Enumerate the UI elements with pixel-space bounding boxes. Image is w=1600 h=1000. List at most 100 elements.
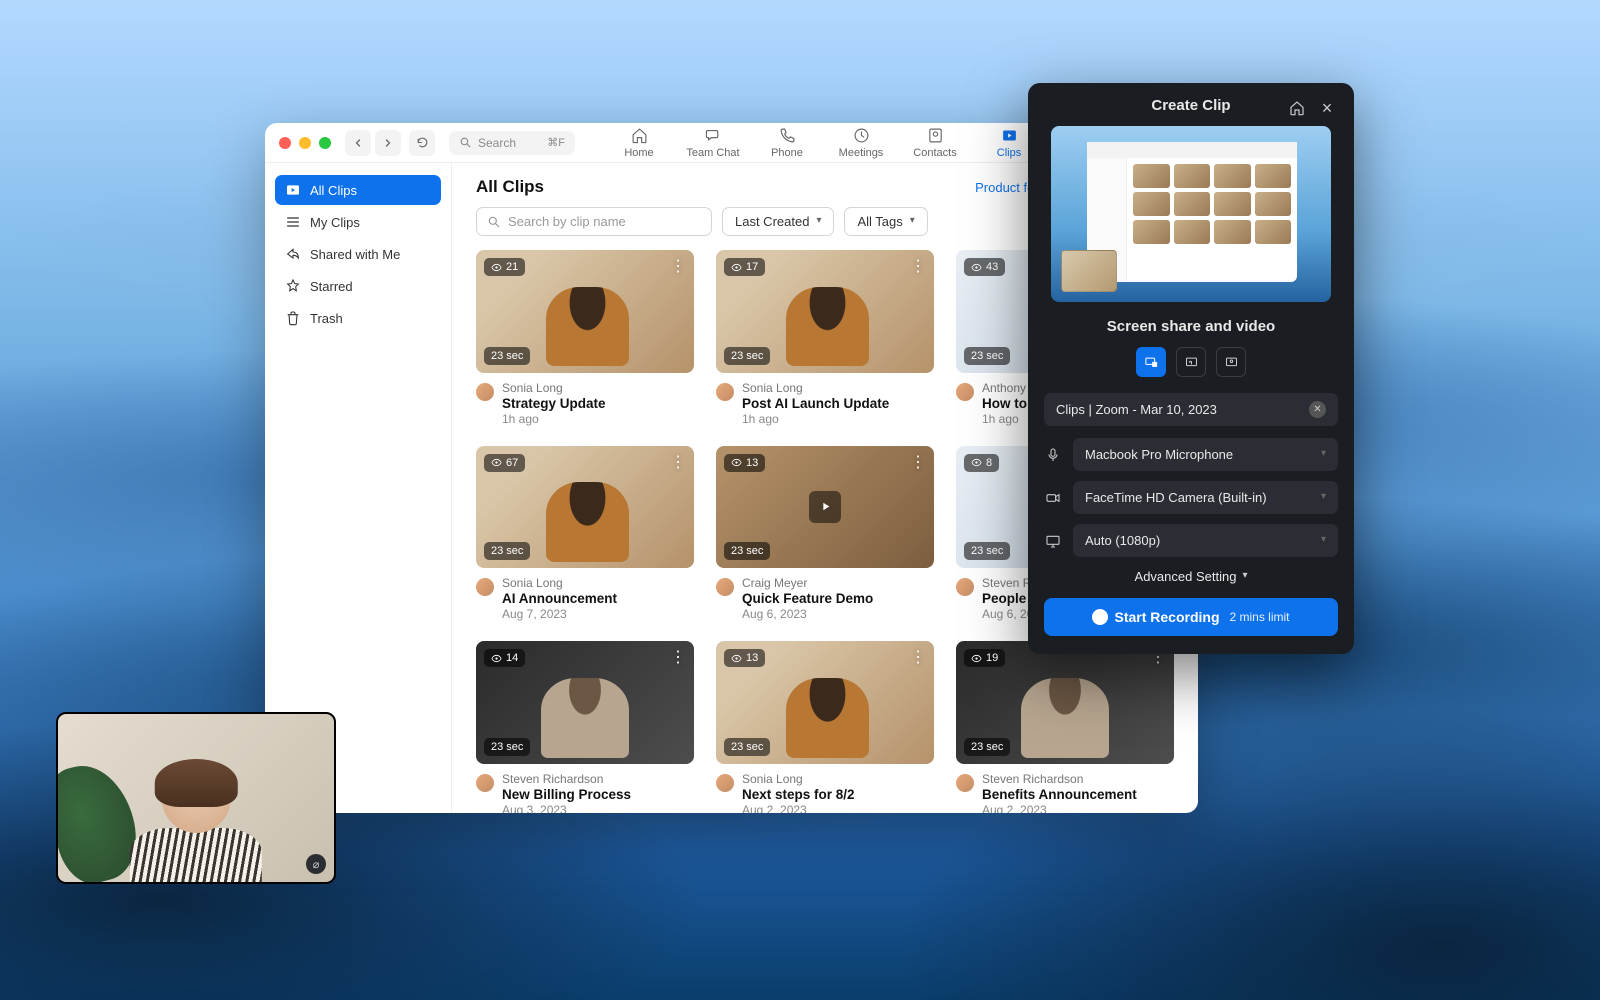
clip-menu-button[interactable]: ⋮	[910, 256, 926, 276]
clip-author: Sonia Long	[742, 772, 855, 786]
mode-screen-and-video[interactable]	[1136, 347, 1166, 377]
eye-icon	[491, 653, 502, 664]
views-count: 43	[986, 261, 998, 273]
tab-home[interactable]: Home	[603, 125, 675, 161]
clip-thumbnail[interactable]: 14 ⋮ 23 sec	[476, 641, 694, 764]
clip-timestamp: Aug 6, 2023	[742, 607, 873, 621]
clip-search-input[interactable]: Search by clip name	[476, 207, 712, 236]
play-button[interactable]	[809, 687, 841, 719]
sidebar-item-starred[interactable]: Starred	[275, 271, 441, 301]
views-badge: 43	[964, 258, 1005, 276]
author-avatar	[716, 774, 734, 792]
select-value: FaceTime HD Camera (Built-in)	[1085, 490, 1267, 505]
tab-phone[interactable]: Phone	[751, 125, 823, 161]
chevron-down-icon: ▾	[910, 215, 915, 226]
views-count: 13	[746, 652, 758, 664]
sidebar-item-all-clips[interactable]: All Clips	[275, 175, 441, 205]
sidebar-item-label: Trash	[310, 311, 343, 326]
webcam-pip-window[interactable]: ⌀	[56, 712, 336, 884]
eye-icon	[971, 457, 982, 468]
start-recording-button[interactable]: Start Recording 2 mins limit	[1044, 598, 1338, 636]
clip-card[interactable]: 14 ⋮ 23 sec Steven Richardson New Billin…	[476, 641, 694, 813]
record-limit-label: 2 mins limit	[1230, 610, 1290, 624]
nav-back-button[interactable]	[345, 130, 371, 156]
clip-thumbnail[interactable]: 19 ⋮ 23 sec	[956, 641, 1174, 764]
clip-card[interactable]: 13 ⋮ 23 sec Craig Meyer Quick Feature De…	[716, 446, 934, 622]
views-count: 67	[506, 457, 518, 469]
clip-thumbnail[interactable]: 13 ⋮ 23 sec	[716, 641, 934, 764]
sidebar-item-trash[interactable]: Trash	[275, 303, 441, 333]
clip-timestamp: Aug 2, 2023	[982, 803, 1137, 813]
play-button[interactable]	[569, 687, 601, 719]
panel-close-button[interactable]: ×	[1316, 97, 1338, 119]
window-close-button[interactable]	[279, 137, 291, 149]
global-search-input[interactable]: Search ⌘F	[449, 131, 575, 155]
camera-select[interactable]: FaceTime HD Camera (Built-in) ▾	[1073, 481, 1338, 514]
clip-menu-button[interactable]: ⋮	[910, 452, 926, 472]
tab-team-chat[interactable]: Team Chat	[677, 125, 749, 161]
panel-home-button[interactable]	[1286, 97, 1308, 119]
clip-thumbnail[interactable]: 21 ⋮ 23 sec	[476, 250, 694, 373]
clear-name-button[interactable]: ✕	[1309, 401, 1326, 418]
search-placeholder: Search	[478, 136, 516, 150]
views-badge: 19	[964, 649, 1005, 667]
play-button[interactable]	[569, 491, 601, 523]
sidebar-item-shared[interactable]: Shared with Me	[275, 239, 441, 269]
mode-title: Screen share and video	[1044, 318, 1338, 335]
sidebar-item-my-clips[interactable]: My Clips	[275, 207, 441, 237]
search-placeholder: Search by clip name	[508, 214, 626, 229]
microphone-select[interactable]: Macbook Pro Microphone ▾	[1073, 438, 1338, 471]
clip-title: Next steps for 8/2	[742, 787, 855, 802]
clip-thumbnail[interactable]: 13 ⋮ 23 sec	[716, 446, 934, 569]
mode-video-only[interactable]	[1216, 347, 1246, 377]
sort-dropdown[interactable]: Last Created ▾	[722, 207, 834, 236]
play-button[interactable]	[809, 295, 841, 327]
play-button[interactable]	[569, 295, 601, 327]
list-icon	[285, 214, 301, 230]
recording-preview	[1051, 126, 1331, 302]
select-value: Auto (1080p)	[1085, 533, 1160, 548]
search-shortcut: ⌘F	[547, 136, 565, 149]
clip-title: Quick Feature Demo	[742, 591, 873, 606]
advanced-settings-toggle[interactable]: Advanced Setting ▾	[1044, 569, 1338, 584]
clip-title: Benefits Announcement	[982, 787, 1137, 802]
clip-author: Sonia Long	[742, 381, 889, 395]
play-button[interactable]	[1049, 687, 1081, 719]
eye-icon	[731, 457, 742, 468]
tab-contacts[interactable]: Contacts	[899, 125, 971, 161]
author-avatar	[956, 578, 974, 596]
display-select[interactable]: Auto (1080p) ▾	[1073, 524, 1338, 557]
clip-timestamp: Aug 2, 2023	[742, 803, 855, 813]
clip-menu-button[interactable]: ⋮	[670, 452, 686, 472]
tag-dropdown[interactable]: All Tags ▾	[844, 207, 927, 236]
clip-author: Steven Richardson	[982, 772, 1137, 786]
clip-author: Sonia Long	[502, 576, 617, 590]
window-minimize-button[interactable]	[299, 137, 311, 149]
reload-button[interactable]	[409, 130, 435, 156]
chevron-down-icon: ▾	[1321, 534, 1326, 545]
mode-screen-only[interactable]	[1176, 347, 1206, 377]
clip-timestamp: Aug 7, 2023	[502, 607, 617, 621]
tab-meetings[interactable]: Meetings	[825, 125, 897, 161]
clip-card[interactable]: 19 ⋮ 23 sec Steven Richardson Benefits A…	[956, 641, 1174, 813]
clip-card[interactable]: 21 ⋮ 23 sec Sonia Long Strategy Update 1…	[476, 250, 694, 426]
clip-thumbnail[interactable]: 17 ⋮ 23 sec	[716, 250, 934, 373]
clip-author: Craig Meyer	[742, 576, 873, 590]
clip-menu-button[interactable]: ⋮	[670, 647, 686, 667]
window-maximize-button[interactable]	[319, 137, 331, 149]
clip-card[interactable]: 17 ⋮ 23 sec Sonia Long Post AI Launch Up…	[716, 250, 934, 426]
clip-card[interactable]: 67 ⋮ 23 sec Sonia Long AI Announcement A…	[476, 446, 694, 622]
clips-icon	[285, 182, 301, 198]
play-button[interactable]	[809, 491, 841, 523]
pip-settings-button[interactable]: ⌀	[306, 854, 326, 874]
clip-thumbnail[interactable]: 67 ⋮ 23 sec	[476, 446, 694, 569]
clip-card[interactable]: 13 ⋮ 23 sec Sonia Long Next steps for 8/…	[716, 641, 934, 813]
chevron-down-icon: ▾	[1321, 491, 1326, 502]
clip-menu-button[interactable]: ⋮	[670, 256, 686, 276]
clip-name-value: Clips | Zoom - Mar 10, 2023	[1056, 402, 1217, 417]
eye-icon	[971, 262, 982, 273]
nav-forward-button[interactable]	[375, 130, 401, 156]
author-avatar	[956, 774, 974, 792]
clip-name-input[interactable]: Clips | Zoom - Mar 10, 2023 ✕	[1044, 393, 1338, 426]
clip-menu-button[interactable]: ⋮	[910, 647, 926, 667]
